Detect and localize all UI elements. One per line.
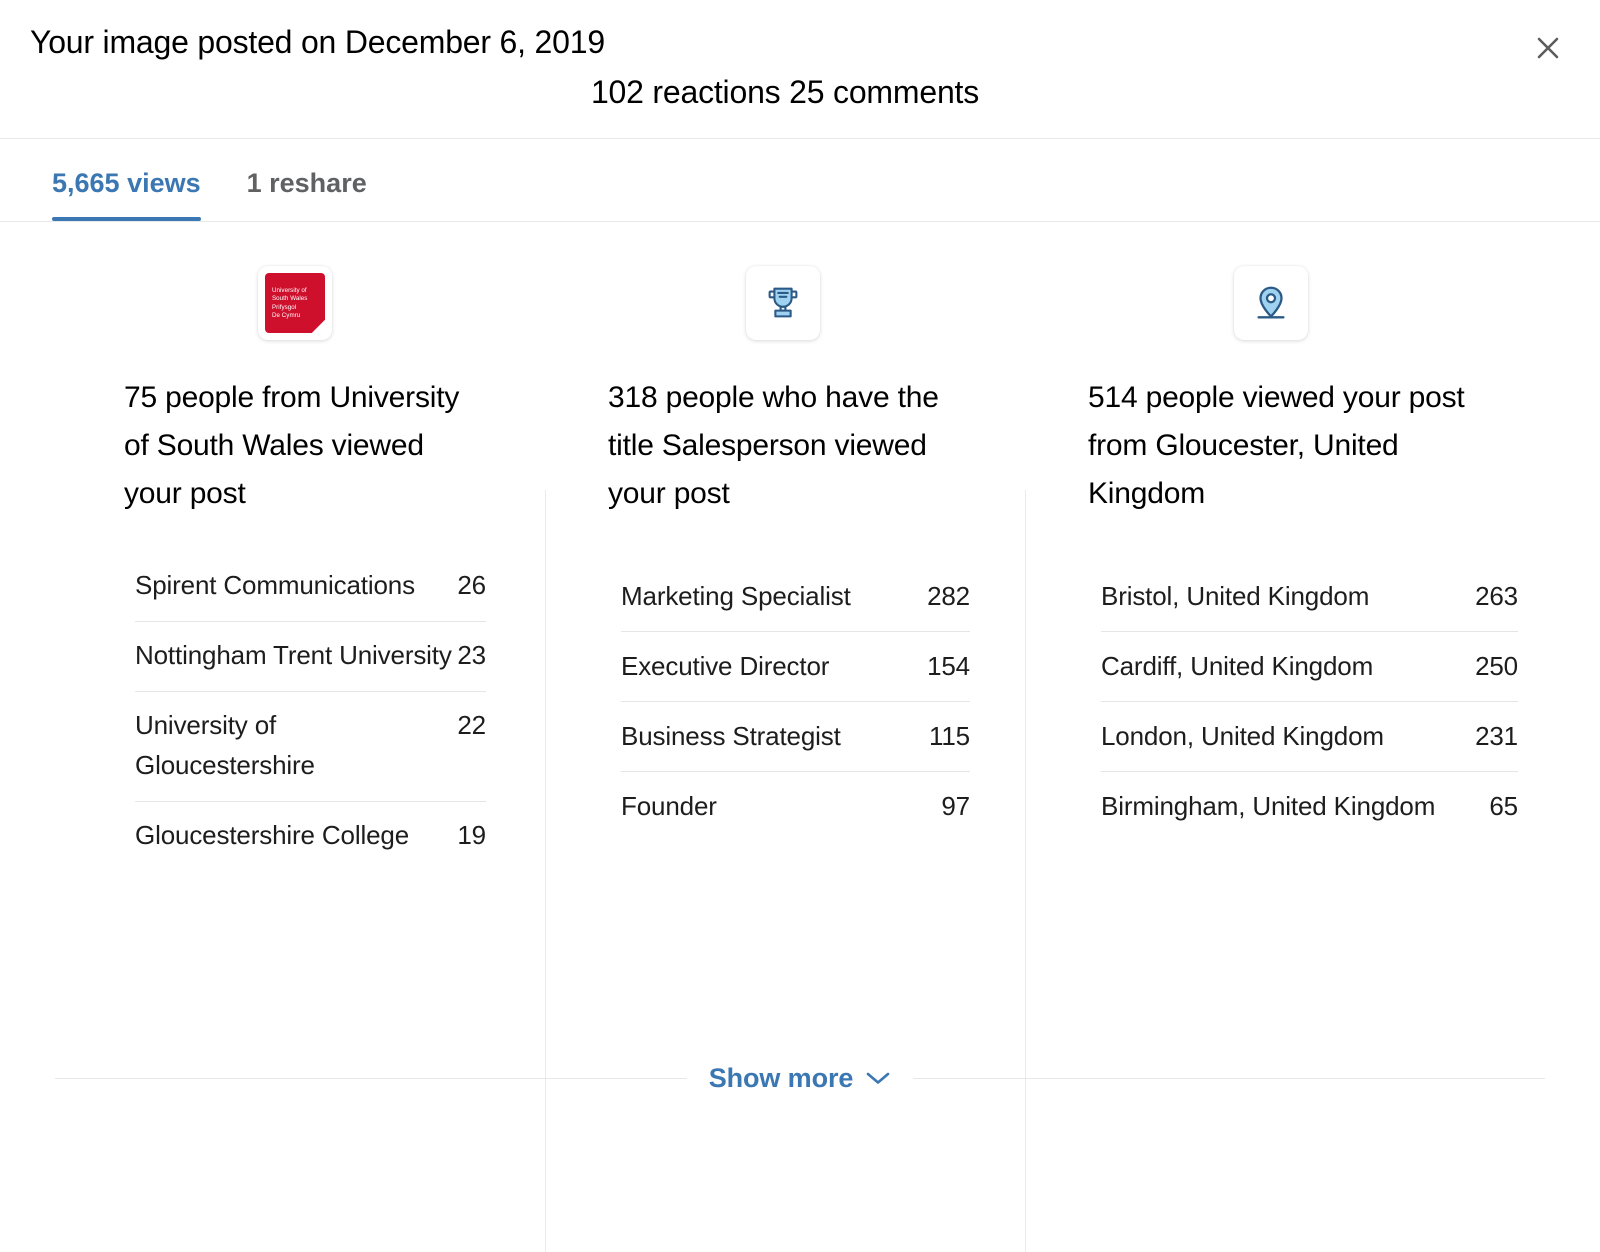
- modal-footer: Show more: [0, 1030, 1600, 1148]
- post-analytics-modal: Your image posted on December 6, 2019 10…: [0, 0, 1600, 1252]
- stat-value: 65: [1489, 791, 1518, 821]
- tab-views[interactable]: 5,665 views: [52, 139, 201, 221]
- stat-label: Business Strategist: [621, 721, 841, 751]
- footer-rule-right: [913, 1077, 1545, 1079]
- page-title: Your image posted on December 6, 2019: [30, 24, 605, 60]
- show-more-label: Show more: [708, 1062, 854, 1093]
- tab-reshares[interactable]: 1 reshare: [247, 139, 367, 221]
- title-stat-list: Marketing Specialist 282 Executive Direc…: [608, 562, 970, 841]
- stat-label: Gloucestershire College: [135, 820, 410, 850]
- location-pin-icon: [1234, 266, 1308, 340]
- column-heading: 514 people viewed your post from Glouces…: [1088, 381, 1465, 510]
- list-item[interactable]: Birmingham, United Kingdom 65: [1101, 772, 1518, 841]
- trophy-icon: [746, 266, 820, 340]
- stat-value: 231: [1475, 721, 1518, 751]
- list-item[interactable]: Spirent Communications 26: [135, 552, 486, 622]
- list-item[interactable]: Gloucestershire College 19: [135, 802, 486, 871]
- stat-value: 263: [1475, 581, 1518, 611]
- stat-value: 115: [928, 721, 970, 751]
- footer-rule-left: [55, 1077, 687, 1079]
- stat-value: 26: [457, 570, 486, 600]
- company-stat-list: Spirent Communications 26 Nottingham Tre…: [124, 552, 486, 871]
- list-item[interactable]: Business Strategist 115: [621, 702, 970, 772]
- close-icon: [1533, 33, 1563, 63]
- column-heading: 75 people from University of South Wales…: [124, 381, 460, 510]
- close-button[interactable]: [1524, 24, 1572, 72]
- tab-bar: 5,665 views 1 reshare: [0, 139, 1600, 222]
- chevron-down-icon: [865, 1070, 891, 1086]
- show-more-button[interactable]: Show more: [687, 1063, 914, 1094]
- stat-value: 19: [457, 820, 486, 850]
- modal-header: Your image posted on December 6, 2019 10…: [0, 0, 1600, 139]
- stat-label: University of Gloucestershire: [135, 710, 315, 780]
- stat-value: 23: [457, 640, 486, 670]
- list-item[interactable]: Marketing Specialist 282: [621, 562, 970, 632]
- usw-logo-text: University of South Wales Prifysgol De C…: [272, 287, 308, 320]
- insight-columns: University of South Wales Prifysgol De C…: [0, 222, 1600, 1252]
- location-stat-list: Bristol, United Kingdom 263 Cardiff, Uni…: [1088, 562, 1518, 841]
- column-heading: 318 people who have the title Salesperso…: [608, 381, 939, 510]
- stat-label: Marketing Specialist: [621, 581, 851, 611]
- stat-label: Cardiff, United Kingdom: [1101, 651, 1374, 681]
- stat-value: 97: [941, 791, 970, 821]
- stat-label: London, United Kingdom: [1101, 721, 1384, 751]
- stat-label: Nottingham Trent University: [135, 640, 452, 670]
- stat-value: 154: [927, 651, 970, 681]
- stat-value: 22: [457, 710, 486, 740]
- stat-label: Spirent Communications: [135, 570, 415, 600]
- stat-value: 282: [927, 581, 970, 611]
- list-item[interactable]: Nottingham Trent University 23: [135, 622, 486, 692]
- list-item[interactable]: Executive Director 154: [621, 632, 970, 702]
- list-item[interactable]: London, United Kingdom 231: [1101, 702, 1518, 772]
- stat-label: Founder: [621, 791, 717, 821]
- list-item[interactable]: Founder 97: [621, 772, 970, 841]
- insight-column-titles: 318 people who have the title Salesperso…: [546, 222, 1026, 841]
- engagement-summary: 102 reactions 25 comments: [590, 74, 980, 110]
- stat-label: Bristol, United Kingdom: [1101, 581, 1370, 611]
- stat-label: Executive Director: [621, 651, 830, 681]
- insight-column-locations: 514 people viewed your post from Glouces…: [1026, 222, 1600, 841]
- university-of-south-wales-logo-icon: University of South Wales Prifysgol De C…: [258, 266, 332, 340]
- list-item[interactable]: Bristol, United Kingdom 263: [1101, 562, 1518, 632]
- stat-label: Birmingham, United Kingdom: [1101, 791, 1436, 821]
- insight-column-companies: University of South Wales Prifysgol De C…: [0, 222, 546, 871]
- list-item[interactable]: Cardiff, United Kingdom 250: [1101, 632, 1518, 702]
- list-item[interactable]: University of Gloucestershire 22: [135, 692, 486, 802]
- stat-value: 250: [1475, 651, 1518, 681]
